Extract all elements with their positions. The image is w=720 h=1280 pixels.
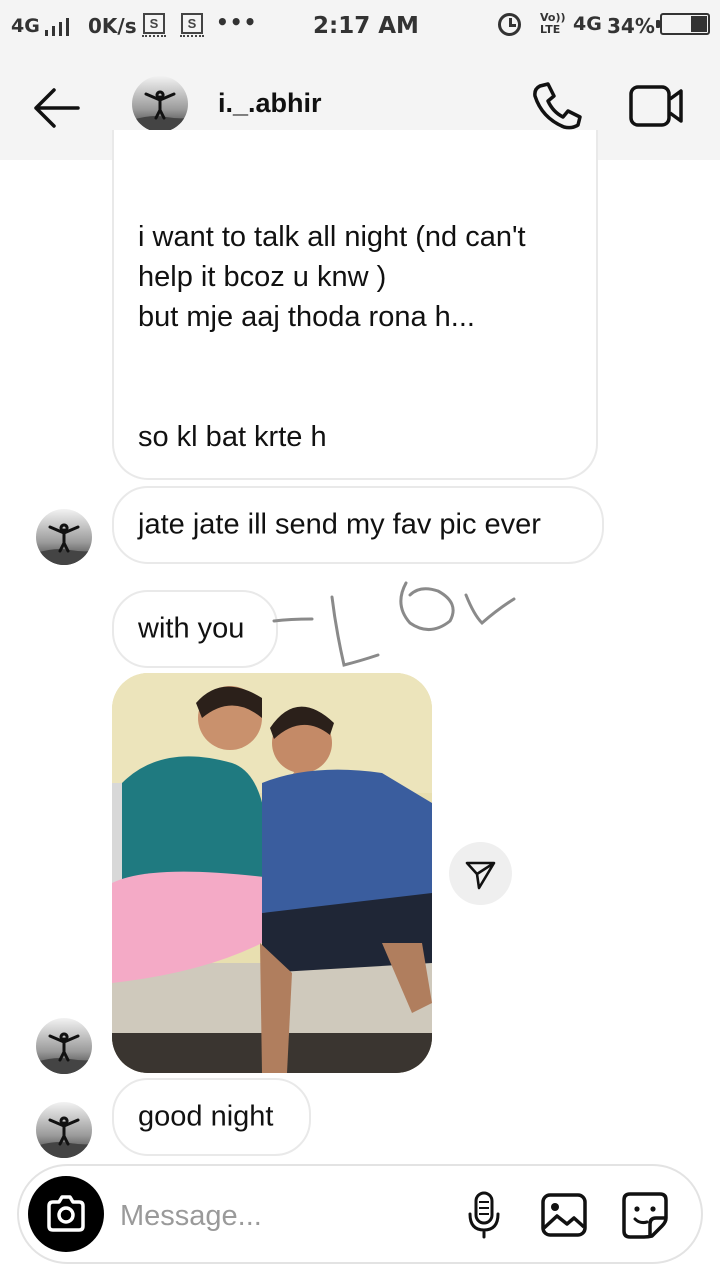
photo-message[interactable] <box>112 673 432 1073</box>
lte-label: LTE <box>540 23 561 36</box>
handwritten-lol-annotation <box>272 581 516 667</box>
message-line: but mje aaj thoda rona h... <box>138 301 475 333</box>
notification-s-icon: S <box>142 13 166 37</box>
camera-button[interactable] <box>28 1176 104 1252</box>
message-line: i want to talk all night (nd can't <box>138 221 526 253</box>
message-text: jate jate ill send my fav pic ever <box>138 508 541 541</box>
alarm-icon <box>498 13 521 36</box>
image-icon[interactable] <box>540 1192 588 1238</box>
phone-icon[interactable] <box>528 80 584 130</box>
video-camera-icon[interactable] <box>628 84 686 128</box>
avatar[interactable] <box>36 1102 92 1158</box>
network-type-2: 4G <box>573 13 602 35</box>
message-bubble[interactable]: good night <box>112 1078 311 1156</box>
chat-username[interactable]: i._.abhir <box>218 88 322 119</box>
avatar[interactable] <box>36 1018 92 1074</box>
message-bubble[interactable]: with you <box>112 590 278 668</box>
message-text: good night <box>138 1100 274 1133</box>
sticker-icon[interactable] <box>620 1190 670 1240</box>
back-arrow-icon[interactable] <box>30 85 82 131</box>
message-bubble[interactable]: jate jate ill send my fav pic ever <box>112 486 604 564</box>
message-line: so kl bat krte h <box>138 421 327 453</box>
paper-plane-icon <box>465 861 496 890</box>
volte-label: Vo)) <box>540 11 566 24</box>
clock: 2:17 AM <box>313 13 419 39</box>
message-text: with you <box>138 612 245 645</box>
more-notifications-icon: ••• <box>216 10 258 34</box>
share-button[interactable] <box>449 842 512 905</box>
microphone-icon[interactable] <box>466 1190 502 1240</box>
message-bubble[interactable]: i want to talk all night (nd can't help … <box>112 130 598 480</box>
signal-icon <box>45 16 75 36</box>
battery-icon <box>656 13 710 35</box>
network-type: 4G <box>11 15 40 37</box>
avatar[interactable] <box>132 76 188 132</box>
battery-percent: 34% <box>607 14 655 38</box>
network-speed: 0K/s <box>88 14 137 38</box>
message-input[interactable] <box>120 1195 440 1237</box>
camera-icon <box>47 1195 85 1232</box>
notification-s-icon: S <box>180 13 204 37</box>
status-bar: 4G 0K/s S S ••• 2:17 AM Vo)) LTE 4G 34% <box>0 0 720 50</box>
message-line: help it bcoz u knw ) <box>138 261 387 293</box>
avatar[interactable] <box>36 509 92 565</box>
